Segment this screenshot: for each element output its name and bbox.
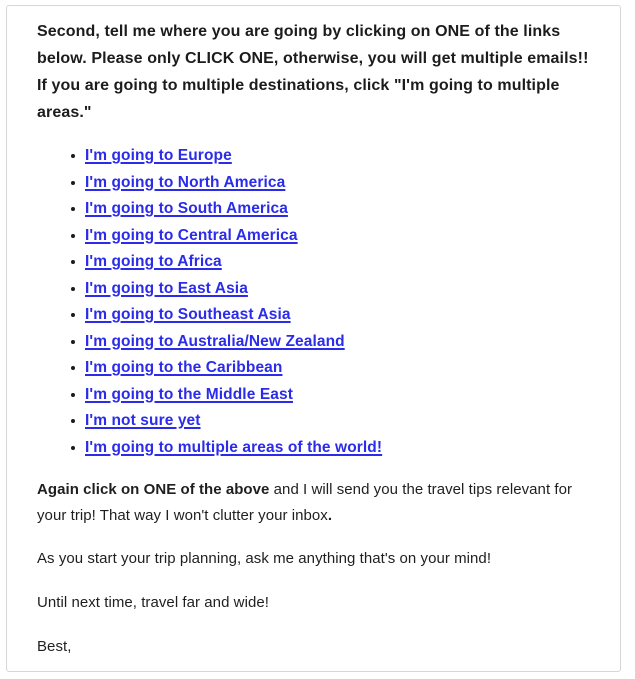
link-going-to-australia-new-zealand[interactable]: I'm going to Australia/New Zealand: [85, 333, 345, 350]
list-item: I'm going to the Middle East: [71, 382, 592, 409]
link-going-to-central-america[interactable]: I'm going to Central America: [85, 227, 298, 244]
again-click-paragraph: Again click on ONE of the above and I wi…: [37, 477, 592, 529]
link-not-sure-yet[interactable]: I'm not sure yet: [85, 412, 201, 429]
email-message-frame: Second, tell me where you are going by c…: [6, 5, 621, 672]
list-item: I'm going to Central America: [71, 223, 592, 250]
until-next-time-paragraph: Until next time, travel far and wide!: [37, 594, 269, 611]
link-going-to-multiple-areas[interactable]: I'm going to multiple areas of the world…: [85, 439, 382, 456]
list-item: I'm going to the Caribbean: [71, 355, 592, 382]
signoff-paragraph: Best,: [37, 638, 72, 655]
list-item: I'm going to South America: [71, 196, 592, 223]
list-item: I'm going to Southeast Asia: [71, 302, 592, 329]
list-item: I'm going to East Asia: [71, 276, 592, 303]
link-going-to-south-america[interactable]: I'm going to South America: [85, 200, 288, 217]
link-going-to-southeast-asia[interactable]: I'm going to Southeast Asia: [85, 306, 291, 323]
intro-paragraph: Second, tell me where you are going by c…: [37, 23, 589, 121]
list-item: I'm going to Europe: [71, 143, 592, 170]
again-click-bold: Again click on ONE of the above: [37, 481, 270, 498]
link-going-to-north-america[interactable]: I'm going to North America: [85, 174, 285, 191]
list-item: I'm going to multiple areas of the world…: [71, 435, 592, 462]
email-body: Second, tell me where you are going by c…: [7, 6, 620, 671]
link-going-to-middle-east[interactable]: I'm going to the Middle East: [85, 386, 293, 403]
list-item: I'm going to Africa: [71, 249, 592, 276]
list-item: I'm not sure yet: [71, 408, 592, 435]
link-going-to-east-asia[interactable]: I'm going to East Asia: [85, 280, 248, 297]
link-going-to-caribbean[interactable]: I'm going to the Caribbean: [85, 359, 282, 376]
list-item: I'm going to North America: [71, 170, 592, 197]
trip-planning-paragraph: As you start your trip planning, ask me …: [37, 550, 492, 567]
link-going-to-africa[interactable]: I'm going to Africa: [85, 253, 222, 270]
link-going-to-europe[interactable]: I'm going to Europe: [85, 147, 232, 164]
list-item: I'm going to Australia/New Zealand: [71, 329, 592, 356]
destination-links-list: I'm going to Europe I'm going to North A…: [37, 143, 592, 461]
again-click-period: .: [327, 507, 333, 524]
